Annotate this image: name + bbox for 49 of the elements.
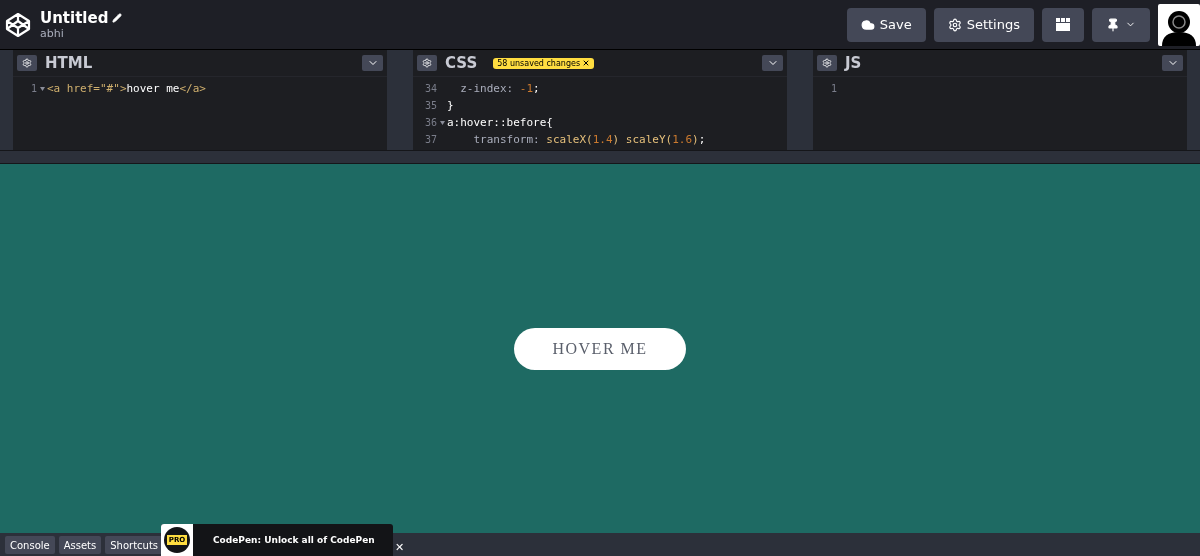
pin-icon (1106, 17, 1120, 32)
code-editor-panel[interactable]: JS 1 (813, 50, 1187, 150)
line-number: 36 (423, 117, 437, 128)
fold-arrow-icon[interactable] (439, 121, 445, 125)
code-editor-panel[interactable]: CSS 58 unsaved changes 34 z-index: -1; 35 } 36 a:hover::before{ 37 transform: scaleX(1.4) scaleY(1.6); (413, 50, 787, 150)
pencil-icon[interactable] (112, 13, 123, 23)
editor-settings-button[interactable] (417, 55, 437, 71)
line-number: 34 (423, 83, 437, 94)
settings-icon (947, 17, 962, 32)
cube-logo-icon (4, 10, 32, 39)
editor-title: CSS (445, 54, 478, 72)
line-number: 1 (29, 83, 37, 94)
layout-grid-icon (1056, 18, 1070, 31)
code-line: transform: scaleX(1.4) scaleY(1.6); (472, 133, 706, 146)
promo-text: CodePen: Unlock all of CodePen (213, 535, 375, 545)
close-icon[interactable] (582, 59, 591, 67)
gear-icon (22, 58, 32, 68)
settings-button[interactable]: Settings (933, 7, 1034, 42)
unsaved-changes-badge[interactable]: 58 unsaved changes (493, 57, 595, 69)
layout-button[interactable] (1042, 7, 1084, 42)
editor-dropdown-button[interactable] (362, 55, 383, 71)
code-editor-panel[interactable]: HTML 1 <a href="#">hover me</a> (13, 50, 387, 150)
code-line: <a href="#">hover me</a> (47, 82, 206, 95)
save-button[interactable]: Save (846, 7, 926, 42)
code-line: a:hover::before{ (447, 116, 553, 129)
pin-button[interactable] (1092, 7, 1150, 42)
footer-tab[interactable]: Console (5, 536, 55, 554)
editor-settings-button[interactable] (17, 55, 37, 71)
line-number: 37 (423, 134, 437, 145)
line-number: 1 (829, 83, 837, 94)
code-line: } (447, 99, 454, 112)
footer-tab[interactable]: Assets (58, 536, 102, 554)
code-line: z-index: -1; (459, 82, 540, 95)
gear-icon (422, 58, 432, 68)
editor-title: JS (845, 54, 862, 72)
cloud-icon (860, 17, 875, 32)
hover-me-button[interactable]: HOVER ME (514, 327, 686, 370)
close-button[interactable]: ✕ (395, 541, 404, 554)
editor-dropdown-button[interactable] (762, 55, 783, 71)
editor-title: HTML (45, 54, 93, 72)
avatar[interactable] (1158, 3, 1200, 46)
editor-settings-button[interactable] (817, 55, 837, 71)
line-number: 35 (423, 100, 437, 111)
fold-arrow-icon[interactable] (39, 87, 45, 91)
author-name[interactable]: abhi (40, 27, 839, 40)
gear-icon (822, 58, 832, 68)
editor-dropdown-button[interactable] (1162, 55, 1183, 71)
footer-tab[interactable]: Shortcuts (105, 536, 164, 554)
pen-title[interactable]: Untitled (40, 9, 109, 27)
